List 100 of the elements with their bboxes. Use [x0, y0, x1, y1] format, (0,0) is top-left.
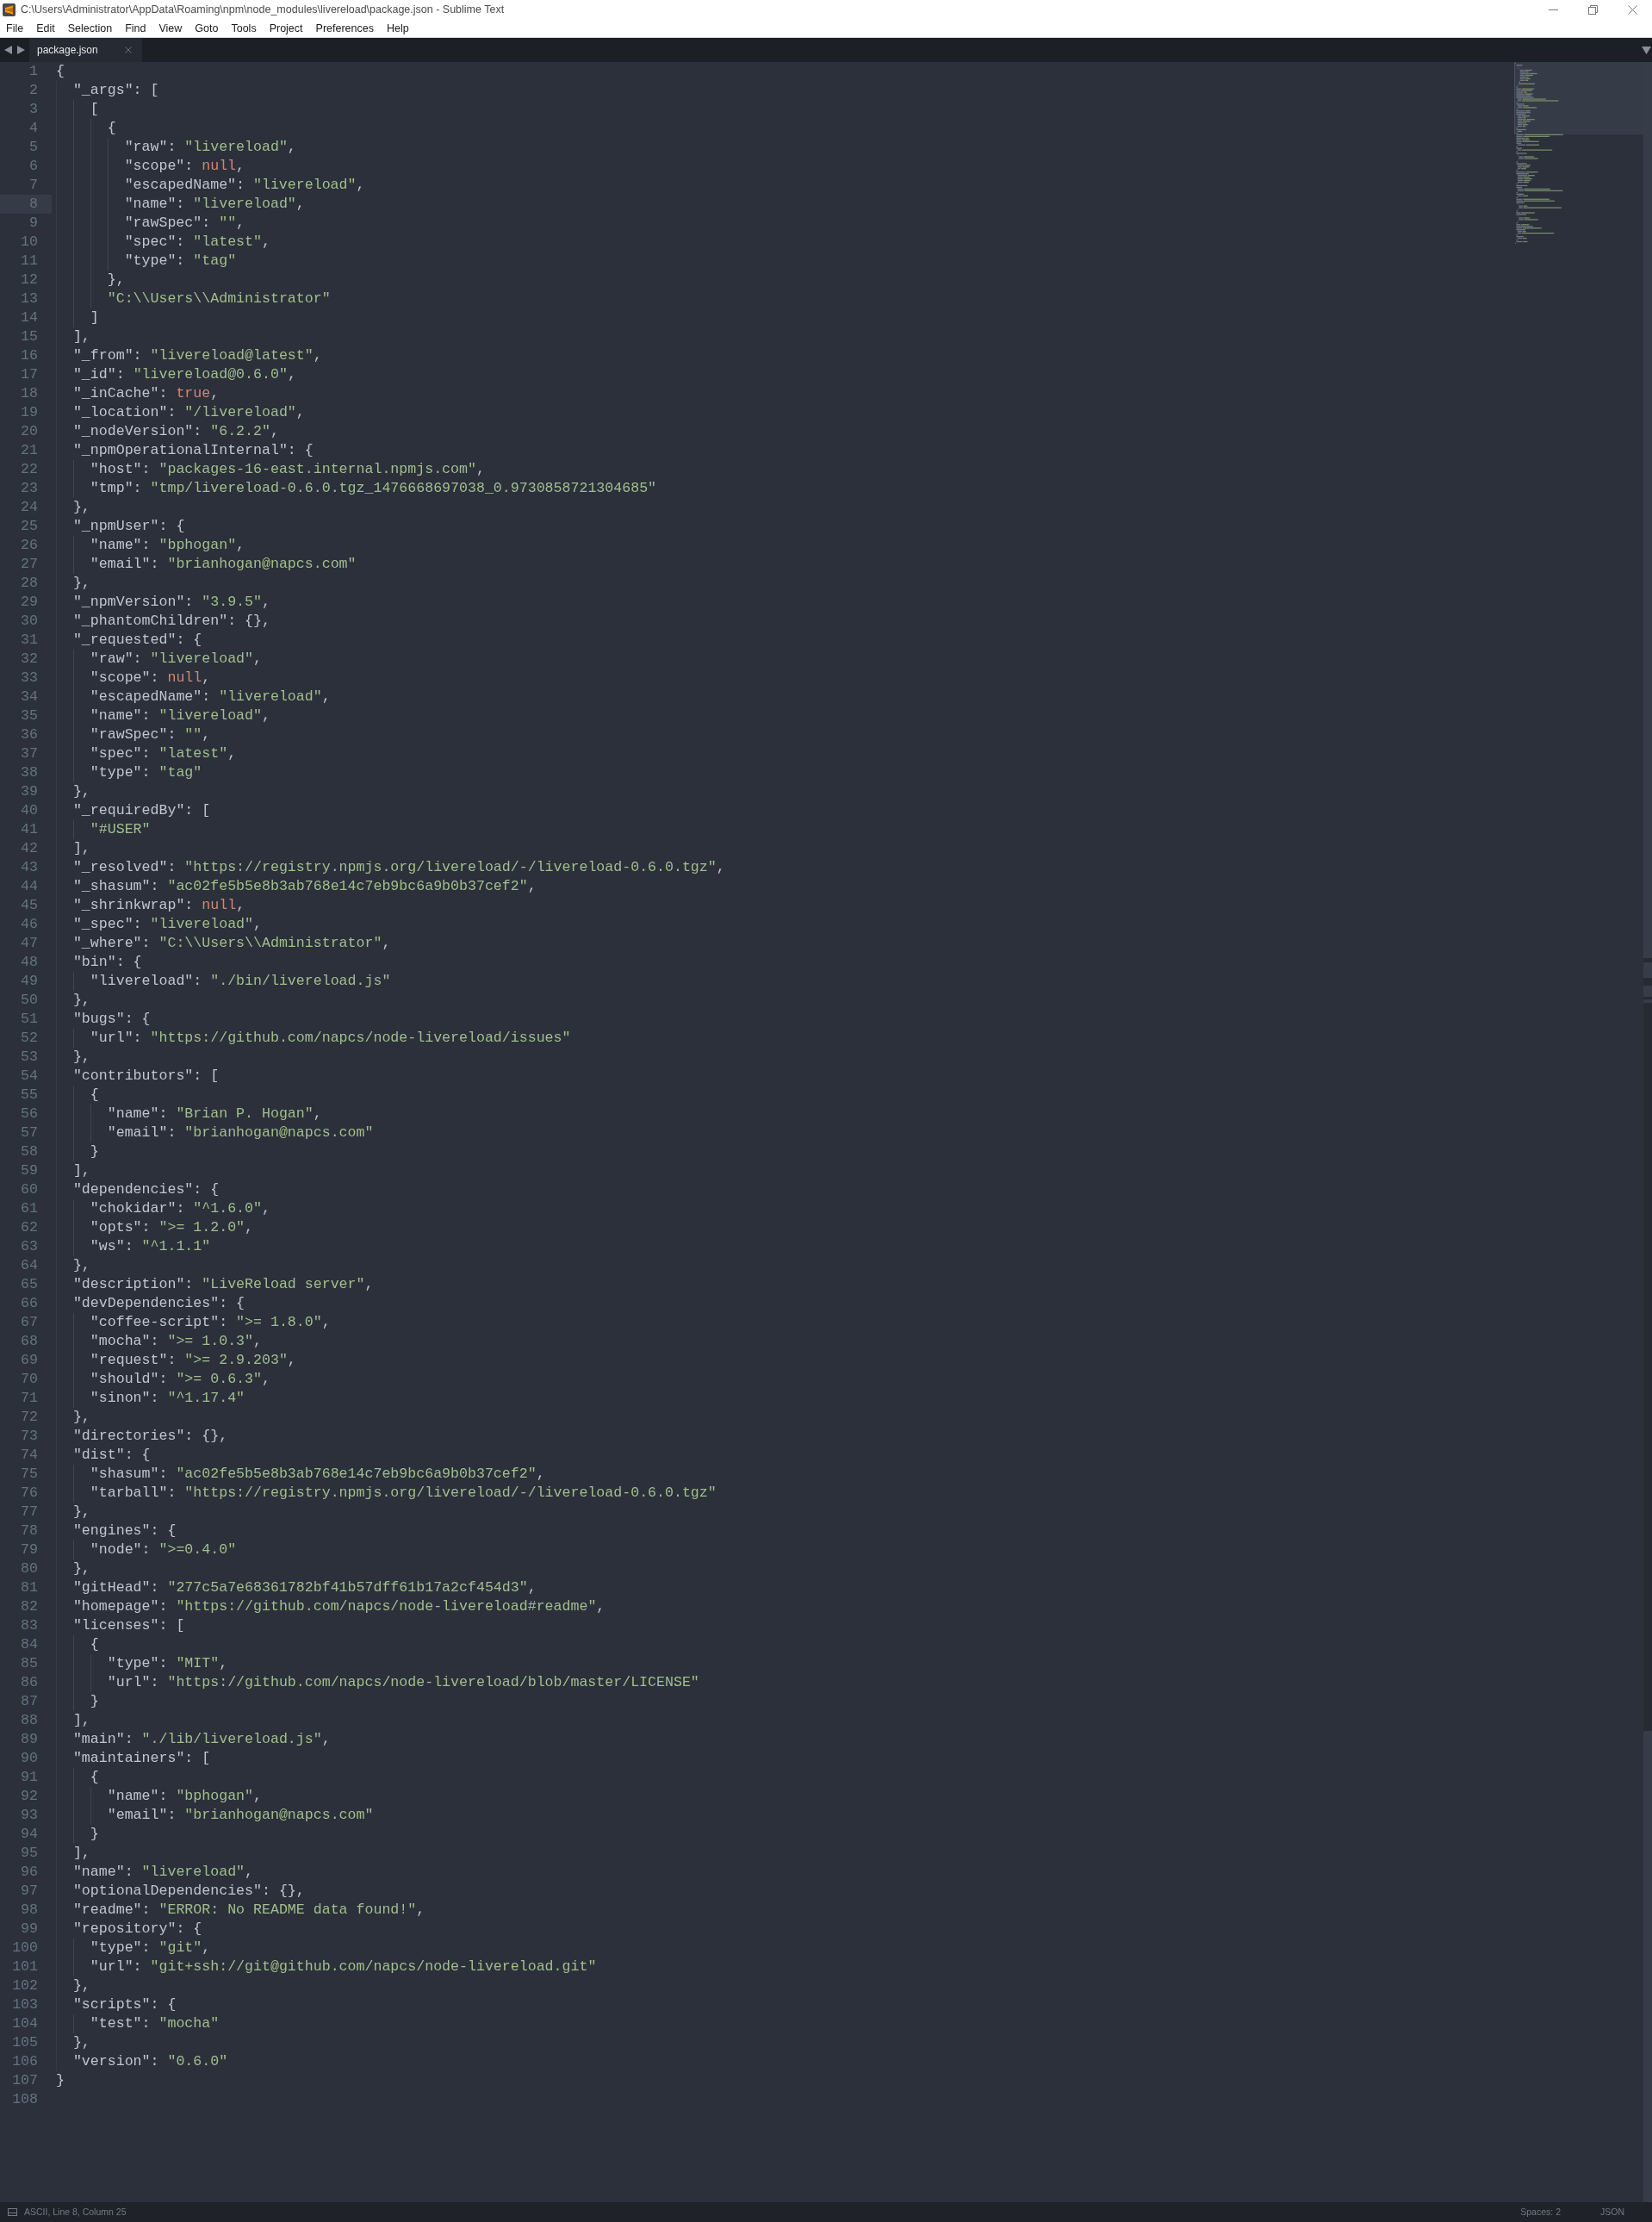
code-line: "_inCache": true, — [72, 384, 220, 403]
code-line: "escapedName": "livereload", — [124, 176, 365, 195]
line-number: 95 — [21, 1844, 38, 1863]
line-number: 51 — [21, 1010, 38, 1029]
panel-icon[interactable] — [8, 2208, 17, 2216]
line-number: 65 — [21, 1275, 38, 1294]
code-line: ], — [72, 839, 90, 858]
code-line: "_npmVersion": "3.9.5", — [72, 593, 270, 612]
line-number: 69 — [21, 1351, 38, 1370]
line-number: 9 — [29, 214, 38, 233]
code-line: "sinon": "^1.17.4" — [90, 1389, 245, 1408]
menu-item[interactable]: View — [158, 20, 183, 37]
code-line: "ws": "^1.1.1" — [90, 1237, 211, 1256]
code-line: "engines": { — [72, 1522, 177, 1540]
menu-item[interactable]: Selection — [67, 20, 113, 37]
syntax-setting[interactable]: JSON — [1600, 2205, 1624, 2219]
right-arrow-icon[interactable] — [17, 46, 25, 54]
code-line: "url": "https://github.com/napcs/node-livereload/issues" — [90, 1029, 571, 1048]
line-number: 18 — [21, 384, 38, 403]
line-number: 84 — [21, 1635, 38, 1654]
code-line: "escapedName": "livereload", — [90, 688, 331, 706]
line-number: 103 — [12, 1995, 38, 2014]
code-line: "_shrinkwrap": null, — [72, 896, 245, 915]
line-number: 15 — [21, 327, 38, 346]
code-line: "type": "tag" — [124, 252, 237, 271]
menu-item[interactable]: Tools — [231, 20, 257, 37]
code-line: ], — [72, 1161, 90, 1180]
code-line: "_npmUser": { — [72, 517, 185, 536]
line-number: 76 — [21, 1484, 38, 1503]
code-line: "name": "livereload", — [72, 1863, 254, 1882]
code-line: "should": ">= 0.6.3", — [90, 1370, 270, 1389]
code-line: "_spec": "livereload", — [72, 915, 262, 934]
app-icon — [3, 3, 16, 16]
menu-item[interactable]: Project — [269, 20, 303, 37]
menu-item[interactable]: Goto — [195, 20, 219, 37]
code-line: "contributors": [ — [72, 1067, 220, 1086]
line-number: 60 — [21, 1180, 38, 1199]
caret-icon[interactable] — [1642, 46, 1651, 54]
code-line: "tmp": "tmp/livereload-0.6.0.tgz_1476668697038_0.9730858721304685" — [90, 479, 657, 498]
code-line: }, — [72, 2033, 90, 2052]
line-number: 14 — [21, 308, 38, 327]
line-number: 37 — [21, 744, 38, 763]
menu-item[interactable]: File — [6, 20, 24, 37]
code-line: "_id": "livereload@0.6.0", — [72, 365, 296, 384]
line-number: 59 — [21, 1161, 38, 1180]
scrollbar-drawing[interactable] — [1643, 62, 1652, 2202]
line-number: 7 — [29, 176, 38, 195]
restore-icon[interactable] — [1588, 5, 1598, 15]
line-number: 20 — [21, 422, 38, 441]
line-number: 93 — [21, 1806, 38, 1825]
code-line: "coffee-script": ">= 1.8.0", — [90, 1313, 331, 1332]
line-number: 27 — [21, 555, 38, 574]
code-line: { — [90, 1635, 99, 1654]
line-number: 68 — [21, 1332, 38, 1351]
code-line: }, — [107, 271, 125, 289]
line-number: 56 — [21, 1105, 38, 1123]
line-number: 72 — [21, 1408, 38, 1427]
code-line: }, — [72, 1048, 90, 1067]
code-line: "dist": { — [72, 1446, 151, 1465]
code-line: }, — [72, 1256, 90, 1275]
left-arrow-icon[interactable] — [4, 46, 12, 54]
line-number: 88 — [21, 1711, 38, 1730]
line-number: 1 — [29, 62, 38, 81]
line-number: 12 — [21, 271, 38, 289]
code-line: "_resolved": "https://registry.npmjs.org/livereload/-/livereload-0.6.0.tgz", — [72, 858, 725, 877]
menu-item[interactable]: Help — [386, 20, 409, 37]
code-line: "email": "brianhogan@napcs.com" — [107, 1806, 374, 1825]
code-line: "test": "mocha" — [90, 2014, 220, 2033]
code-line: "name": "Brian P. Hogan", — [107, 1105, 322, 1123]
line-number: 36 — [21, 725, 38, 744]
code-line: "spec": "latest", — [124, 233, 270, 252]
code-line: { — [107, 119, 116, 138]
code-line: "scope": null, — [90, 669, 211, 688]
cursor-position: ASCII, Line 8, Column 25 — [24, 2205, 127, 2219]
line-number: 21 — [21, 441, 38, 460]
menu-item[interactable]: Edit — [36, 20, 55, 37]
line-number: 70 — [21, 1370, 38, 1389]
menu-item[interactable]: Preferences — [315, 20, 374, 37]
close-icon[interactable] — [1628, 5, 1637, 15]
code-line: "readme": "ERROR: No README data found!", — [72, 1901, 425, 1920]
code-line: "name": "livereload", — [90, 706, 270, 725]
tab[interactable]: package.json — [29, 38, 142, 62]
menu-item[interactable]: Find — [125, 20, 146, 37]
line-number: 89 — [21, 1730, 38, 1749]
close-icon[interactable] — [125, 47, 132, 53]
code-line: "_requested": { — [72, 631, 202, 650]
line-number: 23 — [21, 479, 38, 498]
line-number: 83 — [21, 1616, 38, 1635]
line-number: 11 — [21, 252, 38, 271]
line-number: 13 — [21, 289, 38, 308]
line-number: 38 — [21, 763, 38, 782]
code-line: ], — [72, 327, 90, 346]
line-number: 85 — [21, 1654, 38, 1673]
code-line: ], — [72, 1844, 90, 1863]
code-line: "type": "MIT", — [107, 1654, 228, 1673]
line-number: 40 — [21, 801, 38, 820]
code-line: "email": "brianhogan@napcs.com" — [90, 555, 357, 574]
line-number: 41 — [21, 820, 38, 839]
indentation-setting[interactable]: Spaces: 2 — [1520, 2205, 1561, 2219]
line-number: 50 — [21, 991, 38, 1010]
